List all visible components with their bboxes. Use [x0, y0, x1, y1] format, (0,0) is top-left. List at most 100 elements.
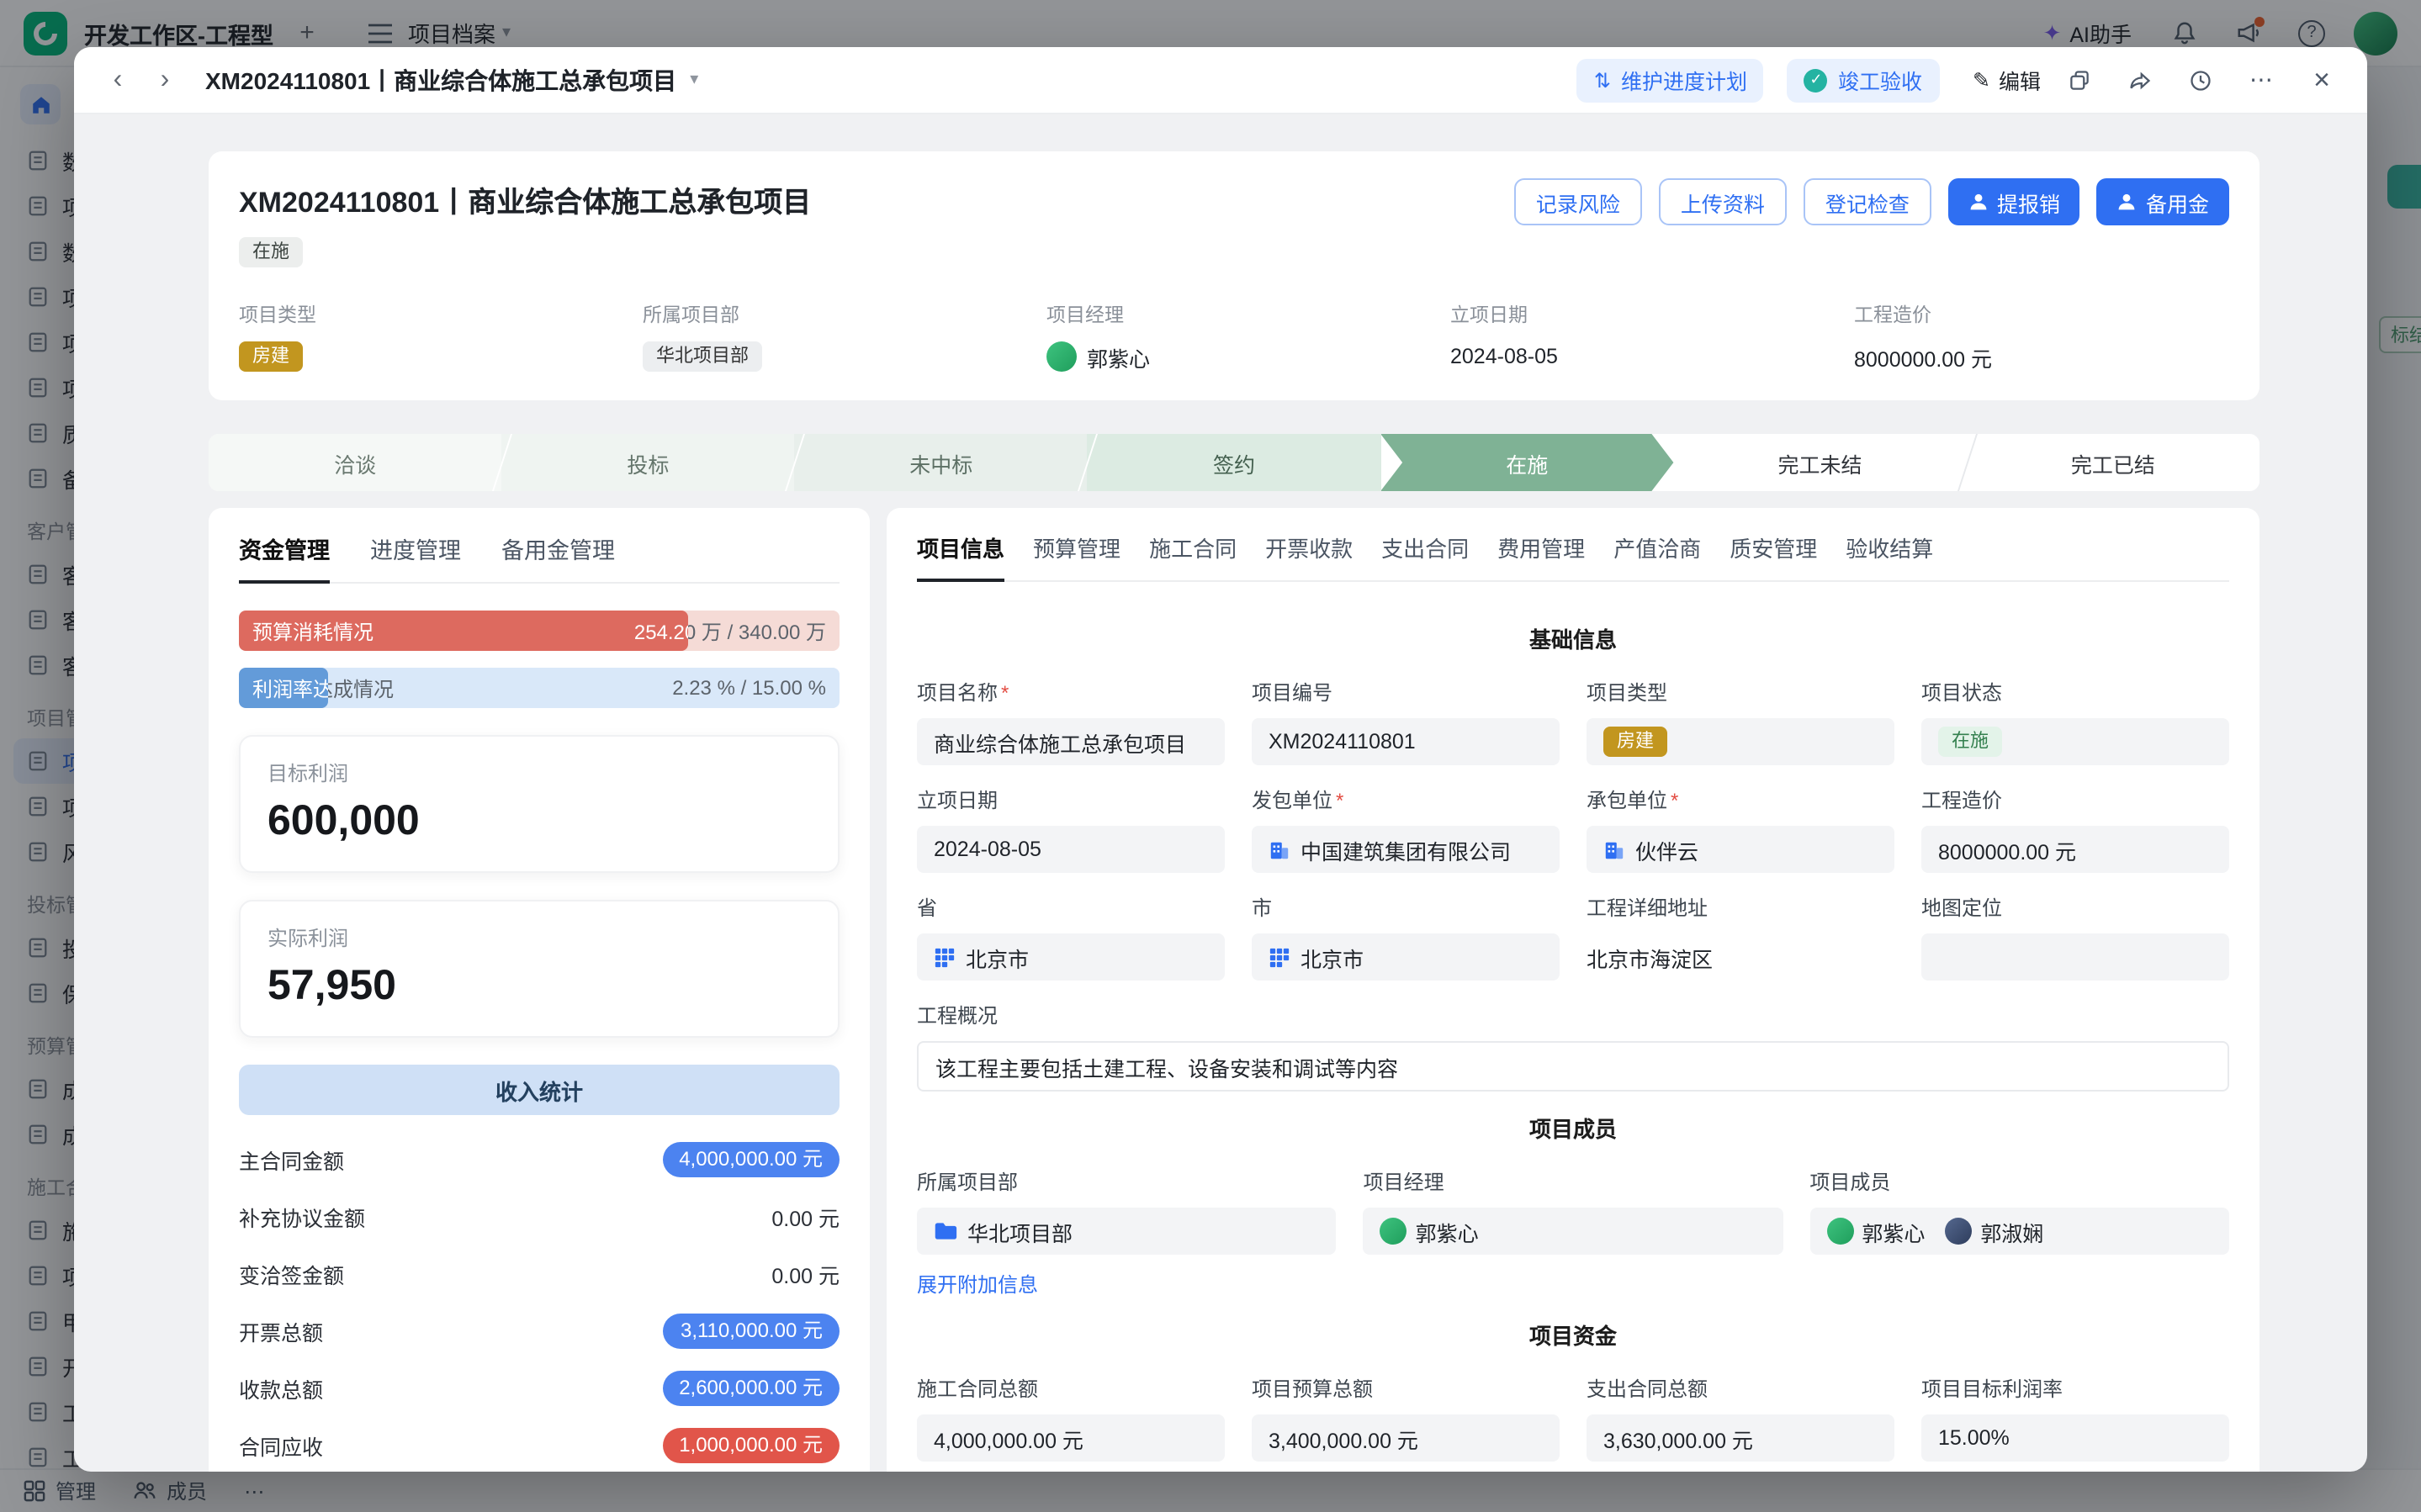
field-value[interactable]: 3,630,000.00 元 [1587, 1414, 1894, 1462]
field-value[interactable]: 房建 [1587, 718, 1894, 765]
summary-field-value: 2024-08-05 [1450, 340, 1854, 373]
summary-field-value: 郭紫心 [1046, 340, 1450, 373]
secondary-action-button[interactable]: 登记检查 [1804, 178, 1931, 225]
step-label: 完工已结 [2071, 447, 2155, 478]
field-value[interactable] [1921, 933, 2229, 981]
field-value[interactable]: 北京市 [917, 933, 1225, 981]
info-tab[interactable]: 产值洽商 [1613, 531, 1701, 580]
amount-badge: 1,000,000.00 元 [662, 1428, 840, 1463]
completion-acceptance-button[interactable]: ✓ 竣工验收 [1788, 58, 1939, 102]
edit-icon: ✎ [1973, 67, 1990, 93]
member-name: 郭淑娴 [1980, 1215, 2043, 1247]
form-field: 项目状态在施 [1921, 678, 2229, 765]
stat-label: 目标利润 [268, 759, 811, 787]
field-label: 工程造价 [1921, 785, 2229, 814]
step-label: 完工未结 [1778, 447, 1862, 478]
expand-info-link[interactable]: 展开附加信息 [917, 1270, 1337, 1298]
field-value[interactable]: 伙伴云 [1587, 826, 1894, 873]
form-field: 工程造价 8000000.00 元 [1921, 785, 2229, 873]
field-value[interactable]: XM2024110801 [1252, 718, 1560, 765]
more-icon[interactable]: ⋯ [2239, 58, 2283, 102]
secondary-action-button[interactable]: 上传资料 [1659, 178, 1787, 225]
edit-button[interactable]: ✎ 编辑 [1973, 64, 2041, 96]
form-field: 发包单位*中国建筑集团有限公司 [1252, 785, 1560, 873]
field-tag: 房建 [1603, 727, 1667, 757]
field-label: 市 [1252, 893, 1560, 922]
field-label: 项目名称* [917, 678, 1225, 706]
sort-icon: ⇅ [1594, 68, 1611, 92]
copy-icon[interactable] [2058, 58, 2101, 102]
info-tab[interactable]: 验收结算 [1846, 531, 1933, 580]
progress-bar-value: 2.23 % / 15.00 % [672, 676, 826, 700]
secondary-action-button[interactable]: 记录风险 [1514, 178, 1642, 225]
chevron-down-icon[interactable]: ▾ [690, 71, 698, 89]
summary-field: 项目类型房建 [239, 301, 643, 373]
summary-field: 立项日期2024-08-05 [1450, 301, 1854, 373]
form-grid: 施工合同总额4,000,000.00 元项目预算总额3,400,000.00 元… [917, 1374, 2229, 1472]
stepper-step-未中标[interactable]: 未中标 [795, 434, 1088, 491]
close-icon[interactable]: × [2300, 58, 2344, 102]
field-value[interactable]: 在施 [1921, 718, 2229, 765]
field-value[interactable]: 商业综合体施工总承包项目 [917, 718, 1225, 765]
progress-bar-text: 利润率达成情况 2.23 % / 15.00 % [239, 668, 840, 708]
info-tab[interactable]: 预算管理 [1033, 531, 1120, 580]
field-value[interactable]: 郭紫心 [1364, 1208, 1783, 1255]
member-chip: 郭紫心 [1380, 1215, 1479, 1247]
info-tab[interactable]: 项目信息 [917, 531, 1004, 580]
project-detail-modal: ‹ › XM2024110801丨商业综合体施工总承包项目 ▾ ⇅ 维护进度计划… [74, 47, 2367, 1472]
field-value[interactable]: 4,000,000.00 元 [917, 1414, 1225, 1462]
primary-action-button[interactable]: 提报销 [1948, 178, 2080, 225]
info-tab[interactable]: 支出合同 [1381, 531, 1469, 580]
field-value[interactable]: 2024-08-05 [917, 826, 1225, 873]
building-icon [1269, 838, 1290, 860]
progress-bar-label: 利润率达成情况 [252, 674, 328, 702]
field-tag: 华北项目部 [643, 341, 762, 372]
info-tab[interactable]: 开票收款 [1265, 531, 1353, 580]
stepper-step-完工未结[interactable]: 完工未结 [1673, 434, 1966, 491]
stepper-step-投标[interactable]: 投标 [501, 434, 794, 491]
section-title: 项目资金 [917, 1319, 2229, 1351]
info-tab[interactable]: 费用管理 [1497, 531, 1585, 580]
summary-field-label: 工程造价 [1854, 301, 2229, 328]
stepper-step-完工已结[interactable]: 完工已结 [1967, 434, 2259, 491]
finance-panel: 资金管理进度管理备用金管理 预算消耗情况254.20 万 / 340.00 万预… [209, 508, 870, 1472]
stepper-step-签约[interactable]: 签约 [1088, 434, 1380, 491]
forward-icon[interactable]: › [145, 60, 185, 100]
form-field: 承包单位*伙伴云 [1587, 785, 1894, 873]
finance-tab[interactable]: 备用金管理 [501, 531, 615, 582]
stepper-step-在施[interactable]: 在施 [1380, 434, 1673, 491]
button-label: 提报销 [1997, 186, 2060, 218]
region-icon [1269, 946, 1290, 968]
field-value[interactable]: 该工程主要包括土建工程、设备安装和调试等内容 [917, 1041, 2229, 1092]
field-value: 北京市海淀区 [1587, 933, 1894, 981]
primary-action-button[interactable]: 备用金 [2097, 178, 2229, 225]
form-field: 支出合同总额3,630,000.00 元 [1587, 1374, 1894, 1462]
field-value[interactable]: 郭紫心郭淑娴 [1809, 1208, 2229, 1255]
field-tag: 在施 [1938, 727, 2002, 757]
progress-bar-text: 利润率达成情况2.23 % / 15.00 % [239, 668, 328, 708]
history-clock-icon[interactable] [2179, 58, 2222, 102]
entity-name: 北京市 [966, 941, 1029, 973]
summary-field-label: 所属项目部 [643, 301, 1046, 328]
income-stats-button[interactable]: 收入统计 [239, 1065, 840, 1115]
field-value[interactable]: 8000000.00 元 [1921, 826, 2229, 873]
field-label: 施工合同总额 [917, 1374, 1225, 1403]
field-value[interactable]: 3,400,000.00 元 [1252, 1414, 1560, 1462]
form-field: 项目经理郭紫心 [1364, 1167, 1783, 1298]
field-value[interactable]: 北京市 [1252, 933, 1560, 981]
info-tab[interactable]: 施工合同 [1149, 531, 1237, 580]
maintain-schedule-button[interactable]: ⇅ 维护进度计划 [1577, 58, 1764, 102]
finance-tab[interactable]: 资金管理 [239, 531, 330, 582]
form-field: 地图定位 [1921, 893, 2229, 981]
info-tab[interactable]: 质安管理 [1730, 531, 1817, 580]
field-value[interactable]: 15.00% [1921, 1414, 2229, 1462]
field-value[interactable]: 中国建筑集团有限公司 [1252, 826, 1560, 873]
finance-tab[interactable]: 进度管理 [370, 531, 461, 582]
form-field: 项目名称* 商业综合体施工总承包项目 [917, 678, 1225, 765]
field-value[interactable]: 华北项目部 [917, 1208, 1337, 1255]
share-icon[interactable] [2118, 58, 2162, 102]
back-icon[interactable]: ‹ [98, 60, 138, 100]
summary-field-value: 8000000.00 元 [1854, 340, 2229, 373]
step-label: 洽谈 [334, 447, 376, 478]
stepper-step-洽谈[interactable]: 洽谈 [209, 434, 501, 491]
